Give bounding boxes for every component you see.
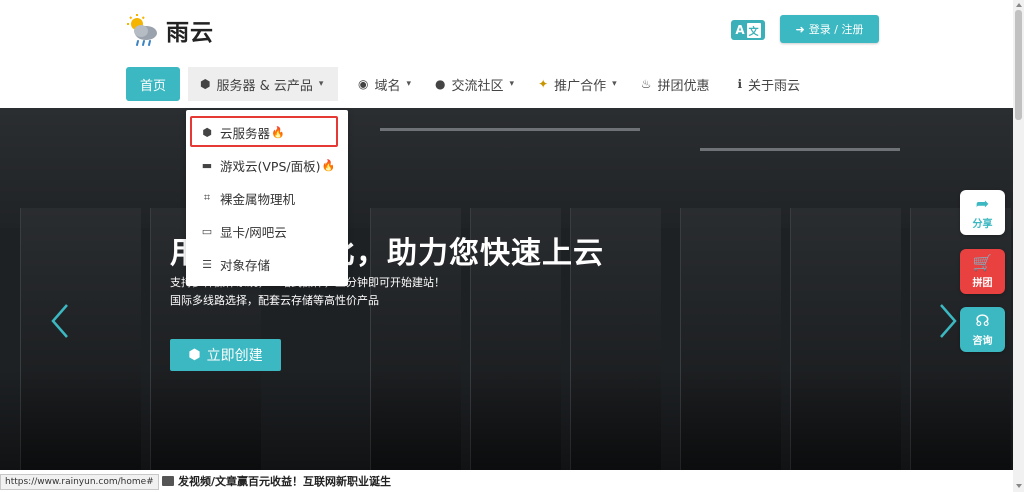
dropdown-label: 显卡/网吧云 [220, 224, 287, 240]
chevron-down-icon: ▾ [318, 79, 324, 89]
hero-banner: 用心品性价比，助力您快速上云 支持多种操作系统，一站式操作，三分钟即可开始建站！… [0, 108, 1013, 470]
nav-label: 推广合作 [554, 78, 607, 94]
create-label: 立即创建 [206, 348, 263, 364]
cart-icon: 🛒 [972, 253, 993, 272]
scroll-thumb[interactable] [1015, 10, 1022, 120]
status-bar-url: https://www.rainyun.com/home# [0, 474, 159, 490]
browser-viewport: 雨云 A 文 ➜ 登录 / 注册 首页 ⬢ 服务器 & 云产品 ▾ ◉ 域名 ▾ [0, 0, 1024, 492]
cube-icon: ⬢ [188, 347, 201, 363]
chevron-down-icon: ▾ [406, 79, 412, 89]
group-label: 拼团 [972, 278, 993, 289]
main-nav: 首页 ⬢ 服务器 & 云产品 ▾ ◉ 域名 ▾ ● 交流社区 ▾ ✦ 推广合作 … [126, 66, 812, 102]
handshake-icon: ✦ [538, 77, 549, 91]
share-label: 分享 [972, 219, 993, 230]
dropdown-label: 裸金属物理机 [220, 191, 296, 207]
login-label: 登录 / 注册 [808, 23, 864, 36]
nav-item-promotion[interactable]: ✦ 推广合作 ▾ [526, 67, 629, 101]
video-icon [162, 476, 174, 486]
comment-icon: ● [435, 77, 446, 91]
dropdown-item-object-storage[interactable]: ☰ 对象存储 [186, 248, 348, 280]
globe-icon: ◉ [358, 77, 369, 91]
nav-item-about[interactable]: ℹ 关于雨云 [725, 67, 812, 101]
nav-label: 首页 [140, 78, 167, 94]
dropdown-label: 游戏云(VPS/面板) [220, 158, 321, 174]
announcement-ticker[interactable]: 发视频/文章赢百元收益！互联网新职业诞生 [162, 473, 391, 489]
consult-label: 咨询 [972, 336, 993, 347]
dropdown-item-gpu-cloud[interactable]: ▭ 显卡/网吧云 [186, 215, 348, 247]
nav-item-community[interactable]: ● 交流社区 ▾ [423, 67, 526, 101]
nav-label: 域名 [374, 78, 401, 94]
share-icon: ➦ [975, 194, 990, 213]
group-buy-button[interactable]: 🛒 拼团 [960, 249, 1005, 294]
weather-logo-icon [127, 14, 157, 46]
nav-item-domain[interactable]: ◉ 域名 ▾ [346, 67, 423, 101]
scrollbar[interactable] [1013, 0, 1024, 492]
nav-label: 拼团优惠 [657, 78, 710, 94]
nav-item-group-deals[interactable]: ♨ 拼团优惠 [629, 67, 722, 101]
nav-label: 关于雨云 [748, 78, 801, 94]
carousel-prev-icon[interactable] [50, 303, 70, 339]
server-frame-icon: ⌗ [203, 191, 211, 204]
nav-item-servers[interactable]: ⬢ 服务器 & 云产品 ▾ [188, 67, 339, 101]
carousel-next-icon[interactable] [938, 303, 958, 339]
monitor-icon: ▭ [201, 224, 213, 238]
sign-in-icon: ➜ [795, 22, 805, 36]
ceiling-light [380, 128, 640, 131]
nav-label: 交流社区 [451, 78, 504, 94]
info-icon: ℹ [737, 77, 743, 91]
nav-item-home[interactable]: 首页 [126, 67, 181, 101]
headset-icon: ☊ [975, 311, 990, 330]
fire-icon: ♨ [640, 77, 652, 91]
dropdown-item-bare-metal[interactable]: ⌗ 裸金属物理机 [186, 182, 348, 214]
translate-icon: 文 [746, 22, 761, 38]
chevron-down-icon: ▾ [612, 79, 617, 89]
brand-name: 雨云 [166, 20, 214, 46]
scroll-up-icon[interactable] [1016, 3, 1022, 7]
create-now-button[interactable]: ⬢ 立即创建 [170, 339, 281, 371]
fire-icon: 🔥 [321, 158, 336, 172]
scroll-down-icon[interactable] [1016, 484, 1022, 488]
ceiling-light [700, 148, 900, 151]
language-label: A [735, 23, 745, 37]
hero-shadow [0, 368, 1013, 470]
nav-label: 服务器 & 云产品 [216, 78, 313, 94]
chevron-down-icon: ▾ [509, 79, 515, 89]
dropdown-item-game-cloud[interactable]: ▬ 游戏云(VPS/面板) 🔥 [186, 149, 348, 181]
logo[interactable]: 雨云 [126, 12, 214, 48]
language-toggle-button[interactable]: A 文 [731, 20, 765, 40]
consult-button[interactable]: ☊ 咨询 [960, 307, 1005, 352]
share-button[interactable]: ➦ 分享 [960, 190, 1005, 235]
ticker-text: 发视频/文章赢百元收益！互联网新职业诞生 [178, 475, 392, 488]
login-register-button[interactable]: ➜ 登录 / 注册 [780, 15, 879, 43]
gamepad-icon: ▬ [201, 158, 213, 172]
hero-subtitle: 国际多线路选择，配套云存储等高性价产品 [170, 294, 379, 307]
dropdown-label: 对象存储 [220, 257, 271, 273]
database-icon: ☰ [202, 257, 212, 271]
site-header: 雨云 A 文 ➜ 登录 / 注册 首页 ⬢ 服务器 & 云产品 ▾ ◉ 域名 ▾ [0, 0, 1013, 108]
highlight-box [190, 116, 338, 147]
cubes-icon: ⬢ [200, 77, 211, 91]
